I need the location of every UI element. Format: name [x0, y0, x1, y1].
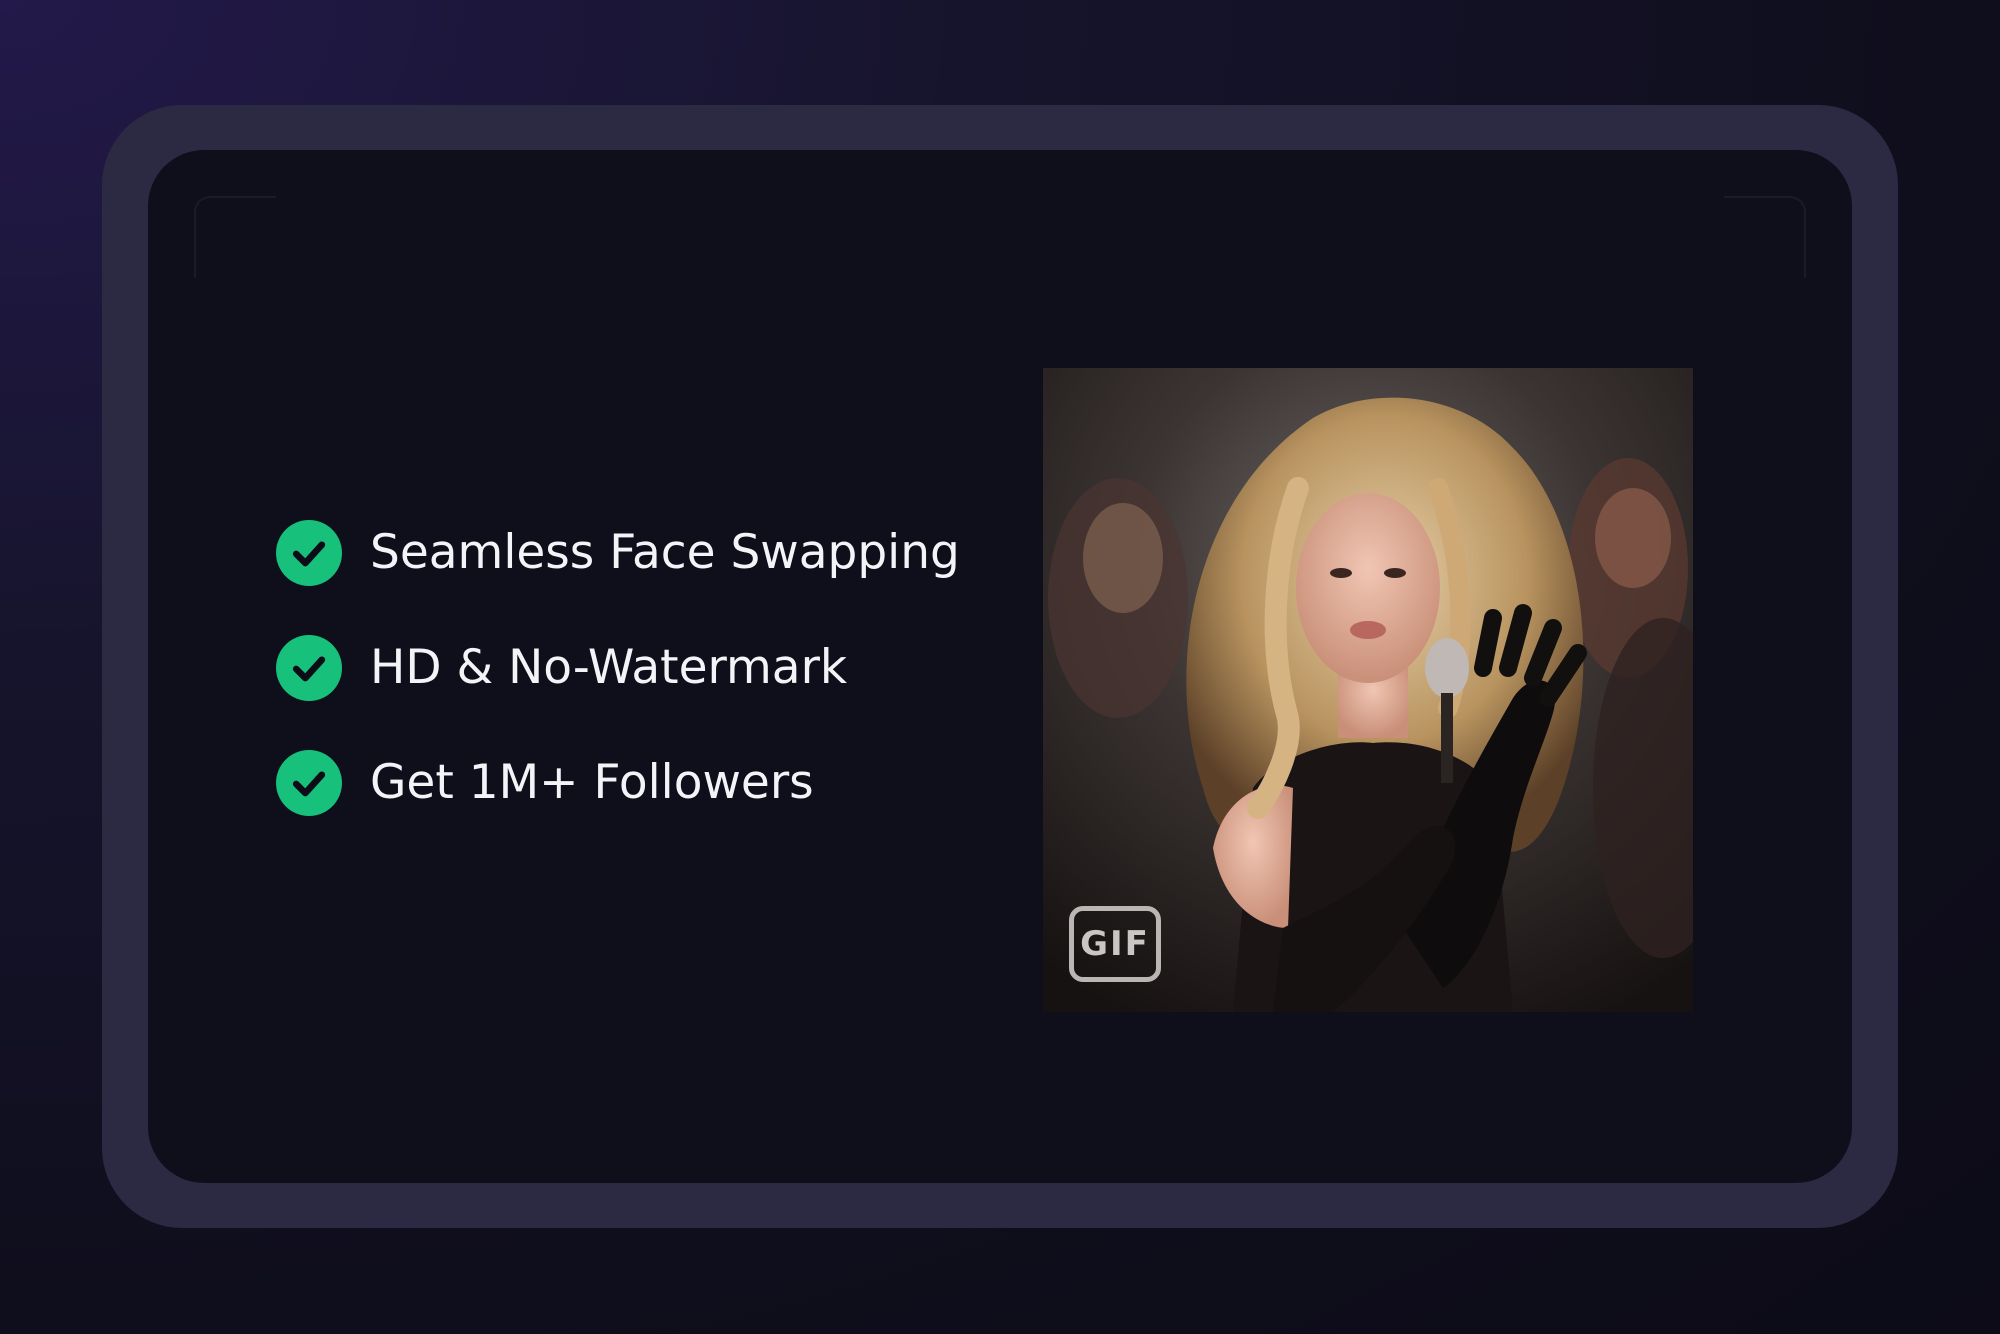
corner-decoration-right — [1724, 196, 1806, 278]
feature-label: Seamless Face Swapping — [370, 525, 960, 580]
feature-panel: Seamless Face Swapping HD & No-Watermark… — [148, 150, 1852, 1183]
gif-badge: GIF — [1069, 906, 1161, 982]
feature-item: Seamless Face Swapping — [276, 495, 960, 610]
check-circle-icon — [276, 749, 342, 816]
check-circle-icon — [276, 634, 342, 701]
corner-decoration-left — [194, 196, 276, 278]
feature-label: HD & No-Watermark — [370, 640, 848, 695]
feature-label: Get 1M+ Followers — [370, 755, 814, 810]
preview-gif[interactable]: GIF — [1043, 368, 1693, 1012]
feature-item: Get 1M+ Followers — [276, 725, 960, 840]
check-circle-icon — [276, 519, 342, 586]
feature-item: HD & No-Watermark — [276, 610, 960, 725]
feature-list: Seamless Face Swapping HD & No-Watermark… — [276, 495, 960, 840]
